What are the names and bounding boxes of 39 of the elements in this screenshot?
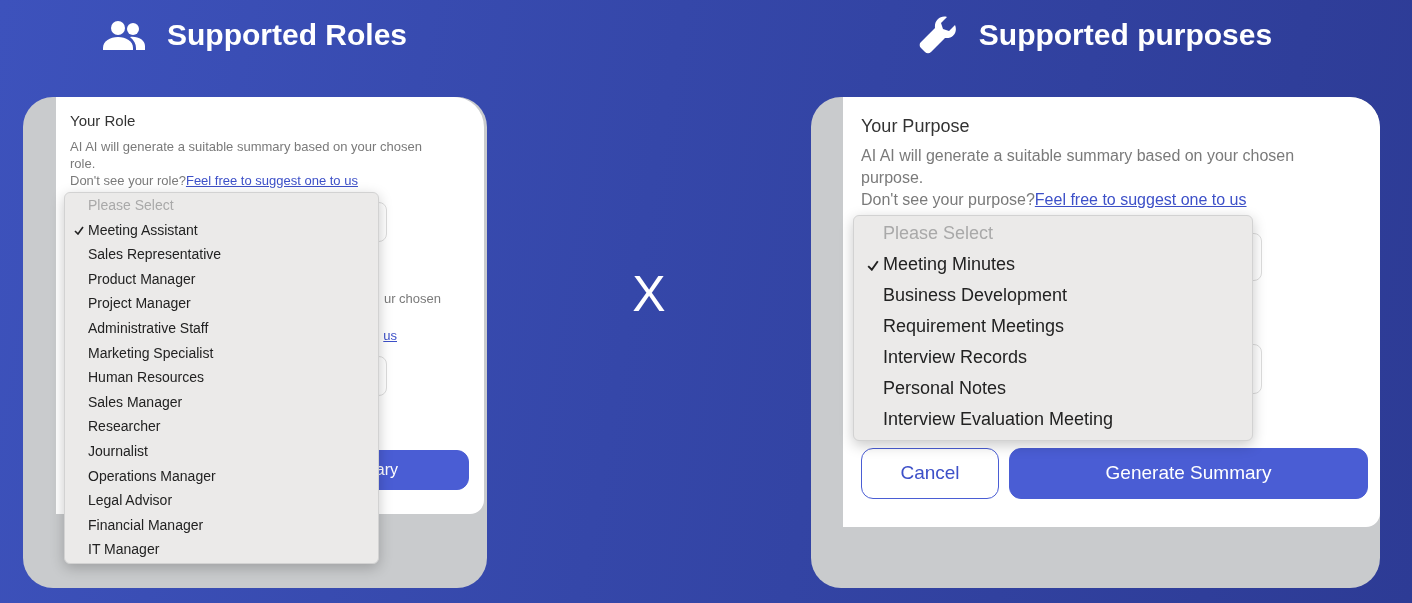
dropdown-option[interactable]: Sales Manager: [65, 389, 378, 415]
dropdown-option[interactable]: Requirement Meetings: [854, 311, 1252, 342]
description-text: ur chosen: [383, 290, 441, 307]
people-icon: [103, 19, 145, 50]
dropdown-option[interactable]: Interview Evaluation Meeting: [854, 404, 1252, 435]
form-title: Your Purpose: [861, 115, 971, 138]
cancel-button[interactable]: Cancel: [861, 448, 999, 499]
dropdown-option[interactable]: Interview Records: [854, 342, 1252, 373]
wrench-icon: [918, 15, 957, 54]
dropdown-option[interactable]: Marketing Specialist: [65, 340, 378, 366]
dropdown-option[interactable]: Meeting Assistant: [65, 217, 378, 243]
dropdown-option[interactable]: Administrative Staff: [65, 315, 378, 341]
section-heading: Supported purposes: [978, 17, 1273, 53]
dropdown-option[interactable]: Journalist: [65, 438, 378, 464]
prompt-text: Don't see your purpose?Feel free to suggest one to us: [861, 190, 1248, 210]
dropdown-option[interactable]: Legal Advisor: [65, 488, 378, 513]
dropdown-option[interactable]: IT Manager: [65, 537, 378, 562]
dropdown-option[interactable]: Sales Representative: [65, 242, 378, 267]
section-heading: Supported Roles: [167, 17, 407, 53]
generate-button[interactable]: Generate Summary: [1009, 448, 1368, 499]
placeholder-option: Please Select: [65, 193, 378, 218]
dropdown-option[interactable]: Financial Manager: [65, 512, 378, 538]
placeholder-option: Please Select: [854, 218, 1252, 249]
dropdown-option[interactable]: Operations Manager: [65, 463, 378, 489]
dropdown-option[interactable]: Project Manager: [65, 291, 378, 316]
separator-text: X: [632, 268, 666, 324]
description-text: AI AI will generate a suitable summary based on your chosen purpose.: [861, 146, 1296, 188]
dropdown-option[interactable]: Product Manager: [65, 266, 378, 292]
description-text: AI AI will generate a suitable summary based on your chosen role.: [70, 138, 423, 172]
dropdown-option[interactable]: Personal Notes: [854, 373, 1252, 404]
suggest-link[interactable]: Feel free to suggest one to us: [185, 173, 358, 188]
dropdown-option[interactable]: Human Resources: [65, 365, 378, 390]
dropdown-option[interactable]: Meeting Minutes: [854, 249, 1252, 280]
suggest-link[interactable]: us: [383, 328, 397, 343]
form-title: Your Role: [70, 111, 137, 131]
dropdown-option[interactable]: Business Development: [854, 280, 1252, 311]
prompt-text: Don't see your role?Feel free to suggest one to us: [70, 172, 359, 189]
dropdown-option[interactable]: Researcher: [65, 414, 378, 439]
suggest-link[interactable]: Feel free to suggest one to us: [1034, 191, 1247, 208]
